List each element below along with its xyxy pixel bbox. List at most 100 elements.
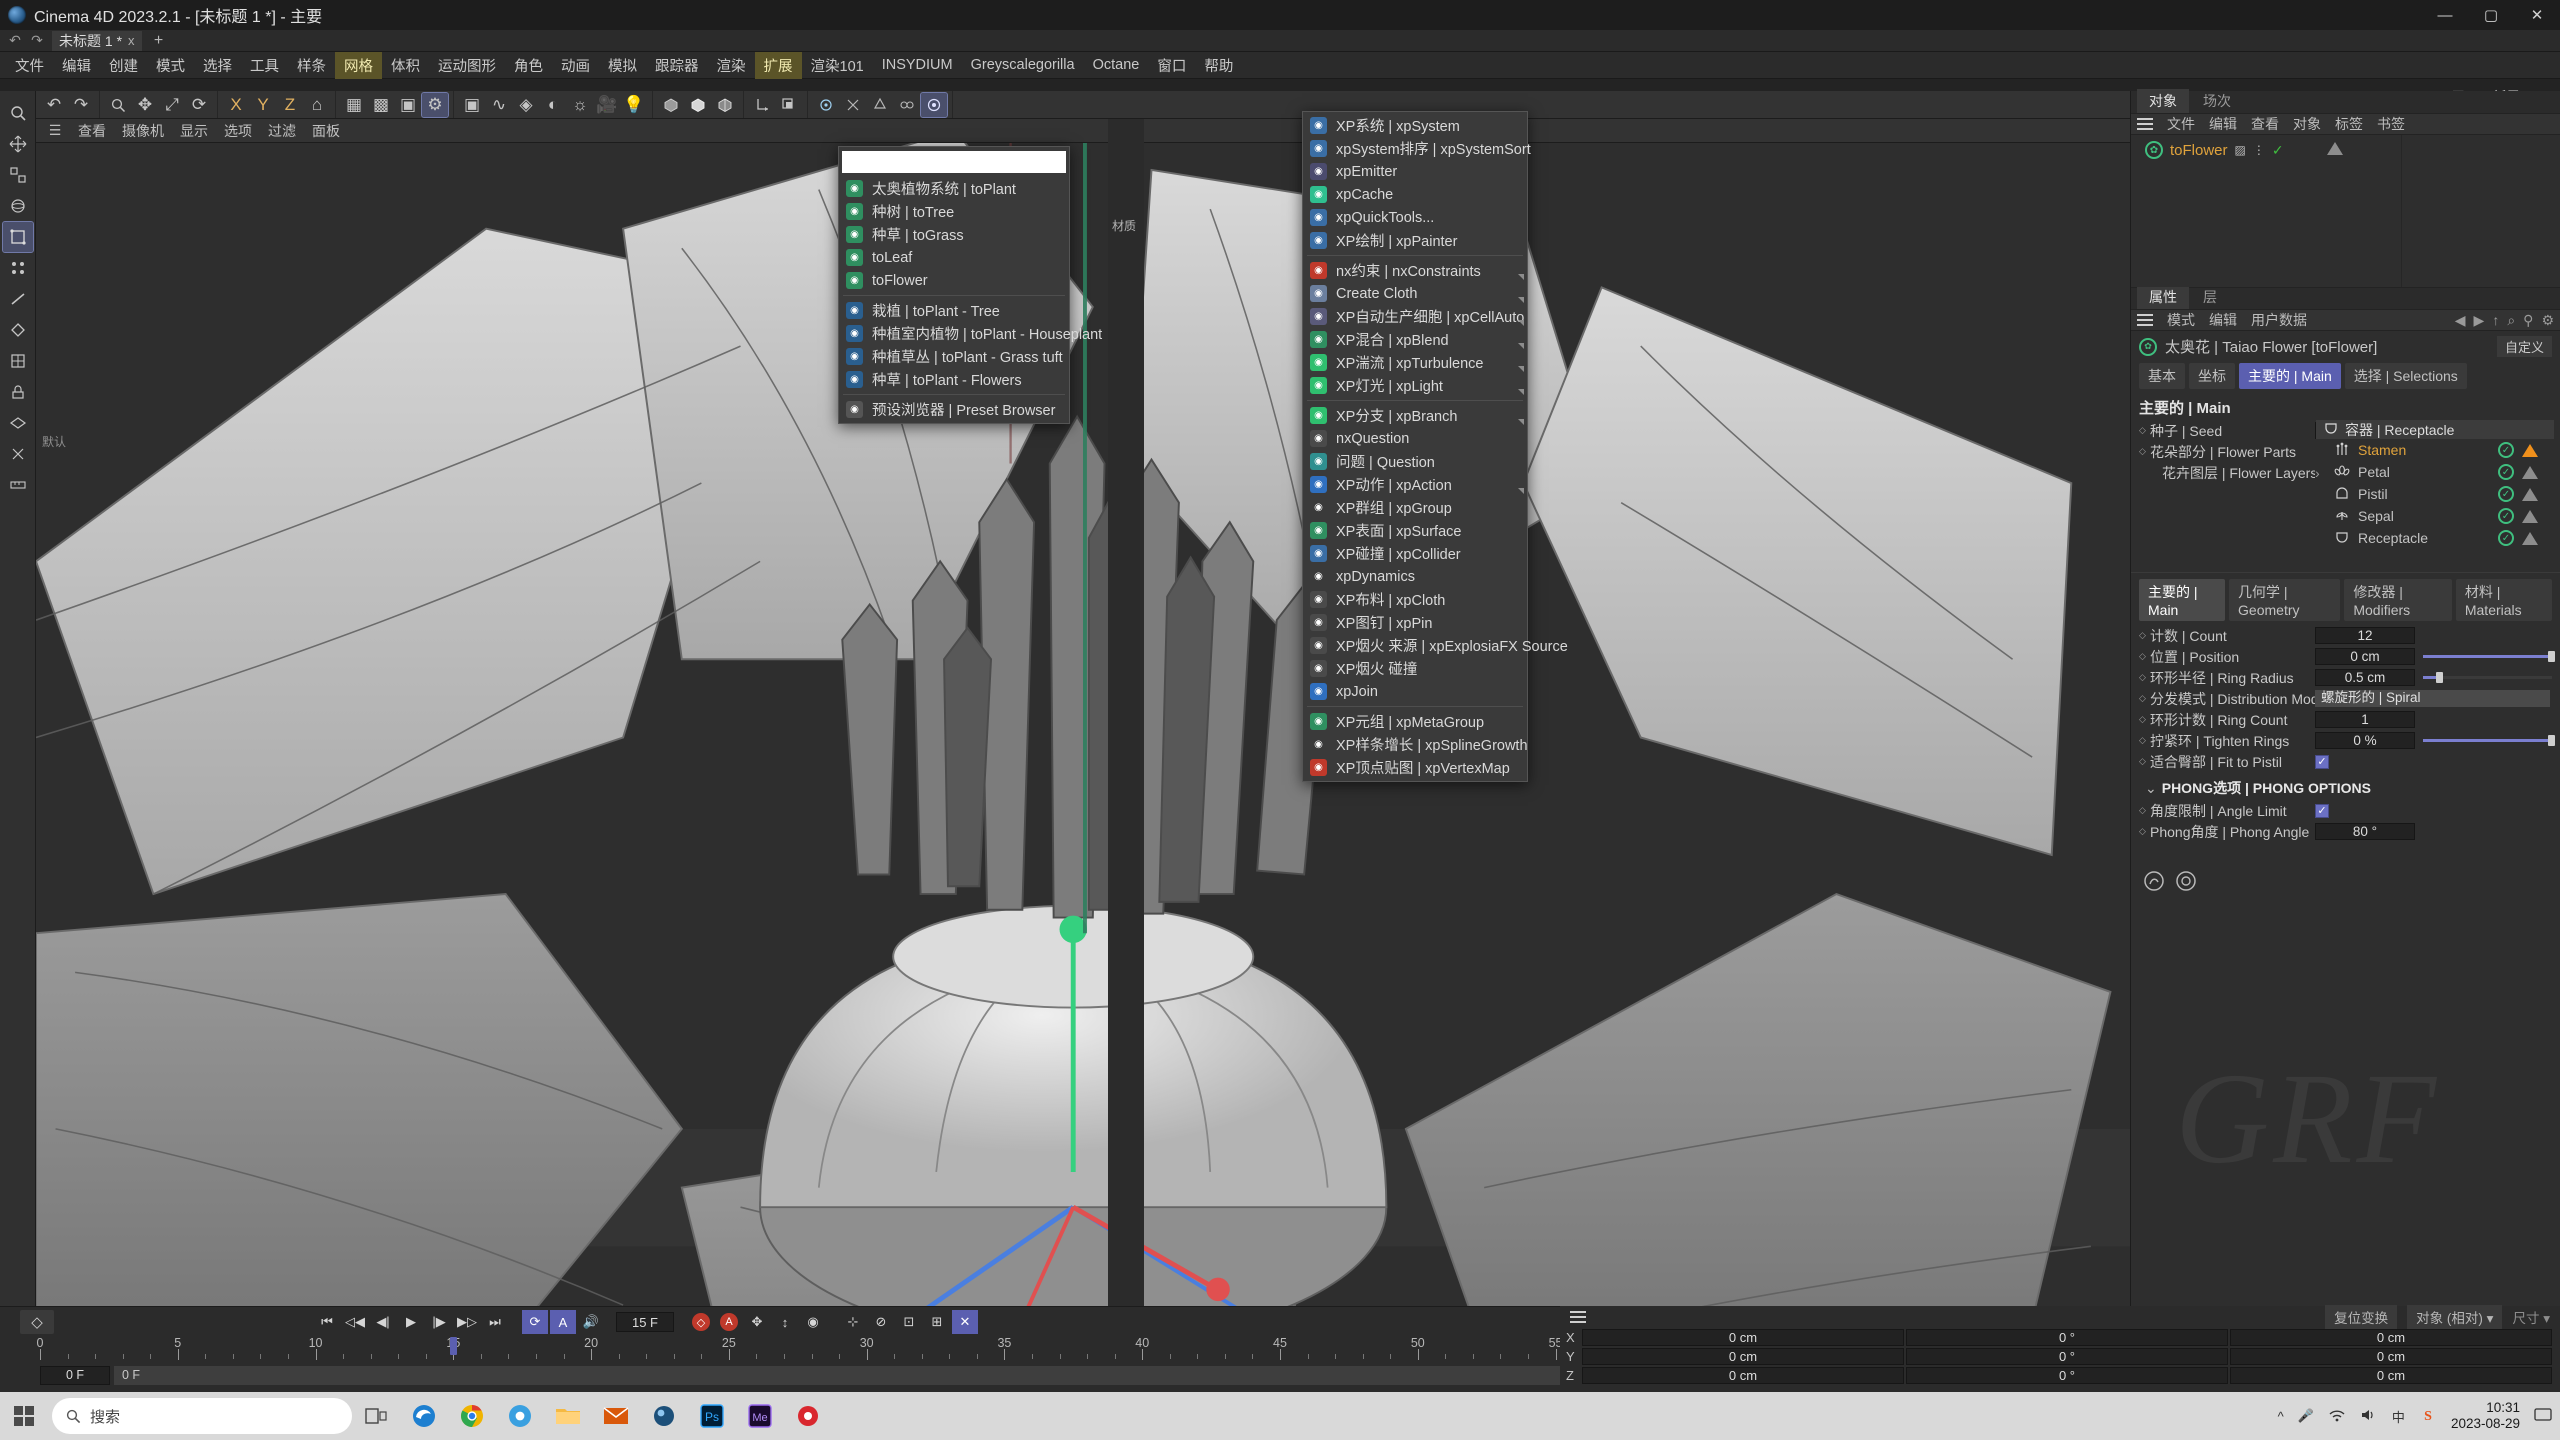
flower-layer-row-4[interactable]: Receptacle ✓ <box>2316 527 2554 549</box>
anim-mode-button-3[interactable]: ⊞ <box>924 1310 950 1334</box>
plant-menu-item-0-4[interactable]: ◉ toFlower <box>839 269 1069 292</box>
xp-menu-item-1-1[interactable]: ◉ Create Cloth <box>1303 282 1527 305</box>
tray-expand-icon[interactable]: ^ <box>2278 1409 2284 1424</box>
editable-object-icon[interactable] <box>2 221 34 253</box>
render-settings-icon[interactable]: ⚙ <box>421 91 449 118</box>
menu-item-4[interactable]: 选择 <box>194 52 241 79</box>
xp-menu-item-2-2[interactable]: ◉ 问题 | Question <box>1303 450 1527 473</box>
xp-menu-item-1-3[interactable]: ◉ XP混合 | xpBlend <box>1303 328 1527 351</box>
flower-layer-marker-icon[interactable] <box>2522 531 2538 545</box>
object-manager-menu-2[interactable]: 查看 <box>2251 114 2279 134</box>
maximize-button[interactable]: ▢ <box>2468 0 2514 30</box>
current-frame-field[interactable]: 15 F <box>616 1312 674 1332</box>
sub-attr-tab-2[interactable]: 修改器 | Modifiers <box>2344 579 2452 621</box>
scale-toolbar-icon[interactable]: ⤢ <box>159 93 185 117</box>
sub-attr-tab-0[interactable]: 主要的 | Main <box>2139 579 2226 621</box>
transport-button-0[interactable]: ⏮ <box>314 1310 340 1334</box>
attribute-menu-1[interactable]: 编辑 <box>2209 310 2237 330</box>
flower-layer-marker-icon[interactable] <box>2522 509 2538 523</box>
attr-search-icon[interactable]: ⌕ <box>2507 312 2515 329</box>
menu-item-15[interactable]: 扩展 <box>754 51 802 79</box>
recorder-icon[interactable] <box>784 1392 832 1440</box>
measure-icon[interactable] <box>3 470 33 500</box>
start-button[interactable] <box>0 1392 48 1440</box>
param-value-1[interactable]: 0 cm <box>2315 648 2415 665</box>
world-coord-toggle[interactable]: ⌂ <box>304 93 330 117</box>
coordinate-rotation-Z[interactable]: 0 ° <box>1906 1367 2228 1384</box>
playback-toggle-1[interactable]: A <box>550 1310 576 1334</box>
attribute-menu-2[interactable]: 用户数据 <box>2251 310 2307 330</box>
param-value-2[interactable]: 0.5 cm <box>2315 669 2415 686</box>
anim-mode-button-1[interactable]: ⊘ <box>868 1310 894 1334</box>
display-wire-icon[interactable] <box>712 93 738 117</box>
move-toolbar-icon[interactable]: ✥ <box>132 93 158 117</box>
render-queue-icon[interactable]: ▣ <box>395 93 421 117</box>
menu-item-5[interactable]: 工具 <box>241 52 288 79</box>
flower-layer-marker-icon[interactable] <box>2522 487 2538 501</box>
xp-menu-item-0-1[interactable]: ◉ xpSystem排序 | xpSystemSort <box>1303 137 1531 160</box>
taskbar-clock[interactable]: 10:31 2023-08-29 <box>2451 1400 2520 1432</box>
coordinate-size-X[interactable]: 0 cm <box>2230 1329 2552 1346</box>
render-view-icon[interactable]: ▦ <box>341 93 367 117</box>
param-keyframe-icon-0[interactable]: ◇ <box>2139 630 2150 641</box>
menu-item-16[interactable]: 渲染101 <box>802 52 873 79</box>
param-keyframe-icon-2[interactable]: ◇ <box>2139 672 2150 683</box>
xp-menu-item-1-2[interactable]: ◉ XP自动生产细胞 | xpCellAuto <box>1303 305 1527 328</box>
minimize-button[interactable]: — <box>2422 0 2468 30</box>
coordinate-position-X[interactable]: 0 cm <box>1582 1329 1904 1346</box>
coordinate-size-Z[interactable]: 0 cm <box>2230 1367 2552 1384</box>
edge-mode-icon[interactable] <box>3 284 33 314</box>
range-start-field[interactable]: 0 F <box>40 1365 110 1385</box>
attr-settings-icon[interactable]: ⚙ <box>2541 312 2554 329</box>
axis-z-toggle[interactable]: Z <box>277 93 303 117</box>
live-selection-toolbar-icon[interactable] <box>105 93 131 117</box>
menu-item-10[interactable]: 角色 <box>505 52 552 79</box>
polygon-mode-icon[interactable] <box>3 315 33 345</box>
ime-indicator[interactable]: 中 <box>2392 1407 2405 1426</box>
new-document-icon[interactable]: + <box>148 31 170 51</box>
viewport-menu-3[interactable]: 选项 <box>224 121 252 141</box>
xp-menu-item-0-4[interactable]: ◉ xpQuickTools... <box>1303 206 1527 229</box>
anim-mode-button-2[interactable]: ⊡ <box>896 1310 922 1334</box>
xp-menu-item-2-8[interactable]: ◉ XP布料 | xpCloth <box>1303 588 1527 611</box>
workplane-icon[interactable] <box>3 408 33 438</box>
param-keyframe-icon-1[interactable]: ◇ <box>2139 651 2150 662</box>
param-keyframe-icon-3[interactable]: ◇ <box>2139 693 2150 704</box>
menu-item-9[interactable]: 运动图形 <box>429 52 505 79</box>
xp-menu-item-2-4[interactable]: ◉ XP群组 | xpGroup <box>1303 496 1527 519</box>
attr-back-icon[interactable]: ◀ <box>2455 312 2466 329</box>
sub-attr-tab-1[interactable]: 几何学 | Geometry <box>2229 579 2341 621</box>
attribute-tab-1[interactable]: 层 <box>2191 285 2229 309</box>
plant-menu-search-input[interactable] <box>842 151 1066 173</box>
viewport-menu-5[interactable]: 面板 <box>312 121 340 141</box>
param-value-4[interactable]: 1 <box>2315 711 2415 728</box>
viewport-menu-icon[interactable]: ☰ <box>46 122 64 139</box>
menu-item-3[interactable]: 模式 <box>147 52 194 79</box>
viewport-menu-2[interactable]: 显示 <box>180 121 208 141</box>
sub-attr-tab-3[interactable]: 材料 | Materials <box>2455 579 2552 621</box>
object-marker-icon[interactable] <box>2326 141 2343 159</box>
param-checkbox-6[interactable]: ✓ <box>2315 754 2329 769</box>
axis-x-toggle[interactable]: X <box>223 93 249 117</box>
object-manager-menu-0[interactable]: 文件 <box>2167 114 2195 134</box>
display-shaded-icon[interactable] <box>685 93 711 117</box>
object-tag-icon[interactable]: ▨ <box>2235 143 2246 157</box>
attr-forward-icon[interactable]: ▶ <box>2474 312 2485 329</box>
transport-button-3[interactable]: ▶ <box>398 1310 424 1334</box>
axis-y-toggle[interactable]: Y <box>250 93 276 117</box>
volume-icon[interactable] <box>2360 1408 2378 1425</box>
menu-item-19[interactable]: Octane <box>1084 54 1149 76</box>
xp-menu-item-2-12[interactable]: ◉ xpJoin <box>1303 680 1527 703</box>
flower-layer-row-2[interactable]: Pistil ✓ <box>2316 483 2554 505</box>
xp-menu-item-2-5[interactable]: ◉ XP表面 | xpSurface <box>1303 519 1527 542</box>
param-value-3[interactable]: 螺旋形的 | Spiral <box>2315 690 2550 707</box>
record-button-0[interactable]: ◇ <box>688 1310 714 1334</box>
xp-toolbar-4-icon[interactable] <box>894 93 920 117</box>
attribute-mode-dropdown[interactable]: 自定义 <box>2496 336 2552 357</box>
phong-checkbox-0[interactable]: ✓ <box>2315 803 2329 818</box>
param-slider-1[interactable] <box>2423 651 2555 662</box>
object-manager-tab-0[interactable]: 对象 <box>2137 89 2189 113</box>
xp-menu-item-2-6[interactable]: ◉ XP碰撞 | xpCollider <box>1303 542 1527 565</box>
phong-options-header[interactable]: ⌄ PHONG选项 | PHONG OPTIONS <box>2131 772 2560 800</box>
xp-menu-item-3-2[interactable]: ◉ XP顶点贴图 | xpVertexMap <box>1303 756 1527 779</box>
